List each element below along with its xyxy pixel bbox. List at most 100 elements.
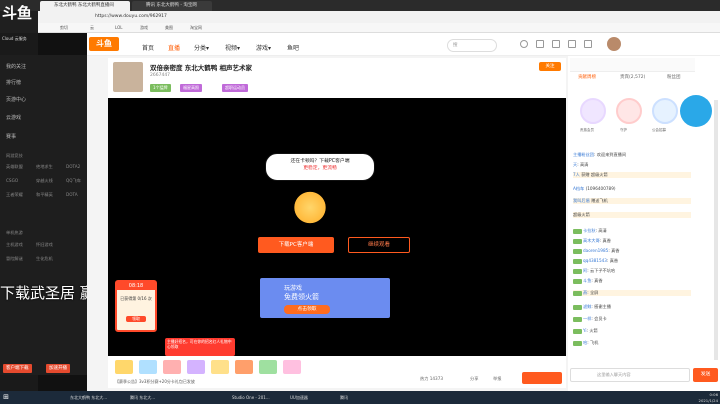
category-link[interactable]: 英雄联盟 <box>6 163 23 171</box>
streamer-avatar[interactable] <box>113 62 143 92</box>
chat-user[interactable]: 卡拉秋 <box>583 228 596 233</box>
chat-user[interactable]: 滤鲸 <box>583 304 591 309</box>
start-stream-button[interactable]: 加速开播 <box>46 364 70 373</box>
message-icon[interactable] <box>584 40 592 48</box>
room-tag[interactable]: 超职运动员 <box>222 84 248 92</box>
chat-user[interactable]: 一样 <box>583 316 591 321</box>
room-tag[interactable]: 福星高照 <box>180 84 202 92</box>
category-link[interactable]: 生化危机 <box>36 255 53 263</box>
taskbar-item[interactable]: UU加速器 <box>280 392 320 403</box>
bookmark[interactable]: LOL <box>115 24 122 32</box>
chat-user[interactable]: 哈 <box>583 340 587 345</box>
contributor-badge[interactable] <box>652 98 678 124</box>
taskbar-item[interactable]: 腾讯 东北大... <box>120 392 165 403</box>
download-pc-client-button[interactable]: 下载PC客户端 <box>258 237 334 253</box>
category-link[interactable]: 主机游戏 <box>6 241 23 249</box>
gift-icon[interactable] <box>283 360 301 374</box>
taskbar-item[interactable]: 东北大鹤鸭 东北大... <box>60 392 115 403</box>
category-link[interactable]: QQ飞车 <box>66 177 81 185</box>
bookmark[interactable]: 剪切 <box>60 24 68 32</box>
game-card-cta[interactable]: 点击领取 <box>284 305 330 314</box>
follow-button[interactable]: 关注 <box>539 62 561 71</box>
gift-icon[interactable] <box>163 360 181 374</box>
taskbar-item[interactable]: Studio One - 201... <box>222 392 277 403</box>
nav-live[interactable]: 直播 <box>168 43 180 52</box>
category-link[interactable]: 和平精英 <box>36 191 53 199</box>
report-link[interactable]: 举报 <box>493 376 501 382</box>
category-link[interactable]: CSGO <box>6 177 18 185</box>
tab-contribution[interactable]: 贡献周榜 <box>578 74 596 80</box>
bookmark[interactable]: 淘宝网 <box>190 24 202 32</box>
gift-icon[interactable] <box>187 360 205 374</box>
gift-icon[interactable] <box>115 360 133 374</box>
sidebar-item-games[interactable]: 页游中心 <box>6 96 26 104</box>
user-avatar[interactable] <box>607 37 621 51</box>
taskbar-item[interactable]: 腾讯 <box>330 392 360 403</box>
bookmark[interactable]: 游戏 <box>140 24 148 32</box>
chat-user[interactable]: 阿 <box>583 268 587 273</box>
contributor-badge[interactable] <box>616 98 642 124</box>
download-client-button[interactable]: 客户端下载 <box>3 364 32 373</box>
redpacket-claim-button[interactable]: 领取 <box>126 316 146 322</box>
category-link[interactable]: DOTA <box>66 191 78 199</box>
bookmark[interactable]: 美图 <box>165 24 173 32</box>
gift-send-button[interactable] <box>522 372 562 384</box>
chat-user[interactable]: 燕 <box>583 290 587 295</box>
send-button[interactable]: 发送 <box>693 368 718 382</box>
chat-user[interactable]: 斗鱼 <box>583 278 591 283</box>
windows-start-icon[interactable]: ⊞ <box>0 391 12 404</box>
tab-vip[interactable]: 贵宾(2,572) <box>620 74 645 80</box>
nav-game[interactable]: 游戏▾ <box>256 43 271 52</box>
share-link[interactable]: 分享 <box>470 376 478 382</box>
url-field[interactable]: https://www.douyu.com/962917 <box>95 13 395 21</box>
chat-scrollbar[interactable] <box>714 100 718 360</box>
tab-douyu[interactable]: 东北大鹤鸭 东北大鹤鸭直播间 <box>40 1 130 11</box>
douyu-logo[interactable]: 斗鱼 <box>89 37 119 51</box>
chat-text: 云下子不坑哈 <box>589 268 616 273</box>
category-link[interactable]: 冒险解谜 <box>6 255 23 263</box>
tab-taobao[interactable]: 腾讯 东北大鹤鸭 - 淘宝网 <box>132 1 212 11</box>
download-icon[interactable] <box>552 40 560 48</box>
follow-icon[interactable] <box>536 40 544 48</box>
chat-user[interactable]: daoren1985 <box>583 248 608 253</box>
video-icon[interactable] <box>568 40 576 48</box>
category-link[interactable]: 王者荣耀 <box>6 191 23 199</box>
chat-text: 真香 <box>602 238 611 243</box>
sidebar-item-rank[interactable]: 排行榜 <box>6 79 21 87</box>
category-link[interactable]: DOTA2 <box>66 163 80 171</box>
chat-user[interactable]: 高木大哥 <box>583 238 600 243</box>
search-input[interactable]: 搜 <box>447 39 497 52</box>
nav-home[interactable]: 首页 <box>142 43 154 52</box>
sidebar-item-events[interactable]: 赛事 <box>6 133 16 141</box>
chat-user[interactable]: 主播粉丝团 <box>573 152 594 157</box>
category-link[interactable]: 绝地求生 <box>36 163 53 171</box>
chat-user[interactable]: 天 <box>573 162 577 167</box>
bookmark[interactable]: 云 <box>90 24 94 32</box>
continue-watching-button[interactable]: 继续观看 <box>348 237 410 253</box>
gift-icon[interactable] <box>235 360 253 374</box>
sidebar-item-follow[interactable]: 我的关注 <box>6 63 26 71</box>
chat-user[interactable]: A档车 <box>573 186 584 191</box>
category-link[interactable]: 怀旧游戏 <box>36 241 53 249</box>
room-tag[interactable]: 1个猛牌 <box>150 84 171 92</box>
tab-fans[interactable]: 粉丝团 <box>667 74 681 80</box>
history-icon[interactable] <box>520 40 528 48</box>
nav-category[interactable]: 分类▾ <box>194 43 209 52</box>
chat-message: 主播粉丝团: 欢迎来到直播间 <box>573 152 627 157</box>
category-link[interactable]: 穿越火线 <box>36 177 53 185</box>
nav-video[interactable]: 视频▾ <box>225 43 240 52</box>
game-promo-card[interactable]: 玩游戏 免费领火箭 点击领取 <box>260 278 390 318</box>
chat-user[interactable]: qq4381543 <box>583 258 607 263</box>
nav-yuba[interactable]: 鱼吧 <box>287 43 299 52</box>
system-clock[interactable]: 0:06 2021/1/24 <box>672 392 718 403</box>
redpacket-widget[interactable]: 08:18 已获得第 0/16 次 领取 <box>115 280 157 332</box>
contributor-badge[interactable] <box>580 98 606 124</box>
chat-user[interactable]: 我叫后盾 <box>573 198 590 203</box>
chat-user[interactable]: 7人 <box>573 172 580 177</box>
gift-icon[interactable] <box>259 360 277 374</box>
gift-icon[interactable] <box>211 360 229 374</box>
gift-icon[interactable] <box>139 360 157 374</box>
sidebar-item-cloud[interactable]: 云游戏 <box>6 114 21 122</box>
chat-input[interactable]: 这里输入聊天内容 <box>570 368 690 382</box>
chat-user[interactable]: Yi <box>583 328 587 333</box>
